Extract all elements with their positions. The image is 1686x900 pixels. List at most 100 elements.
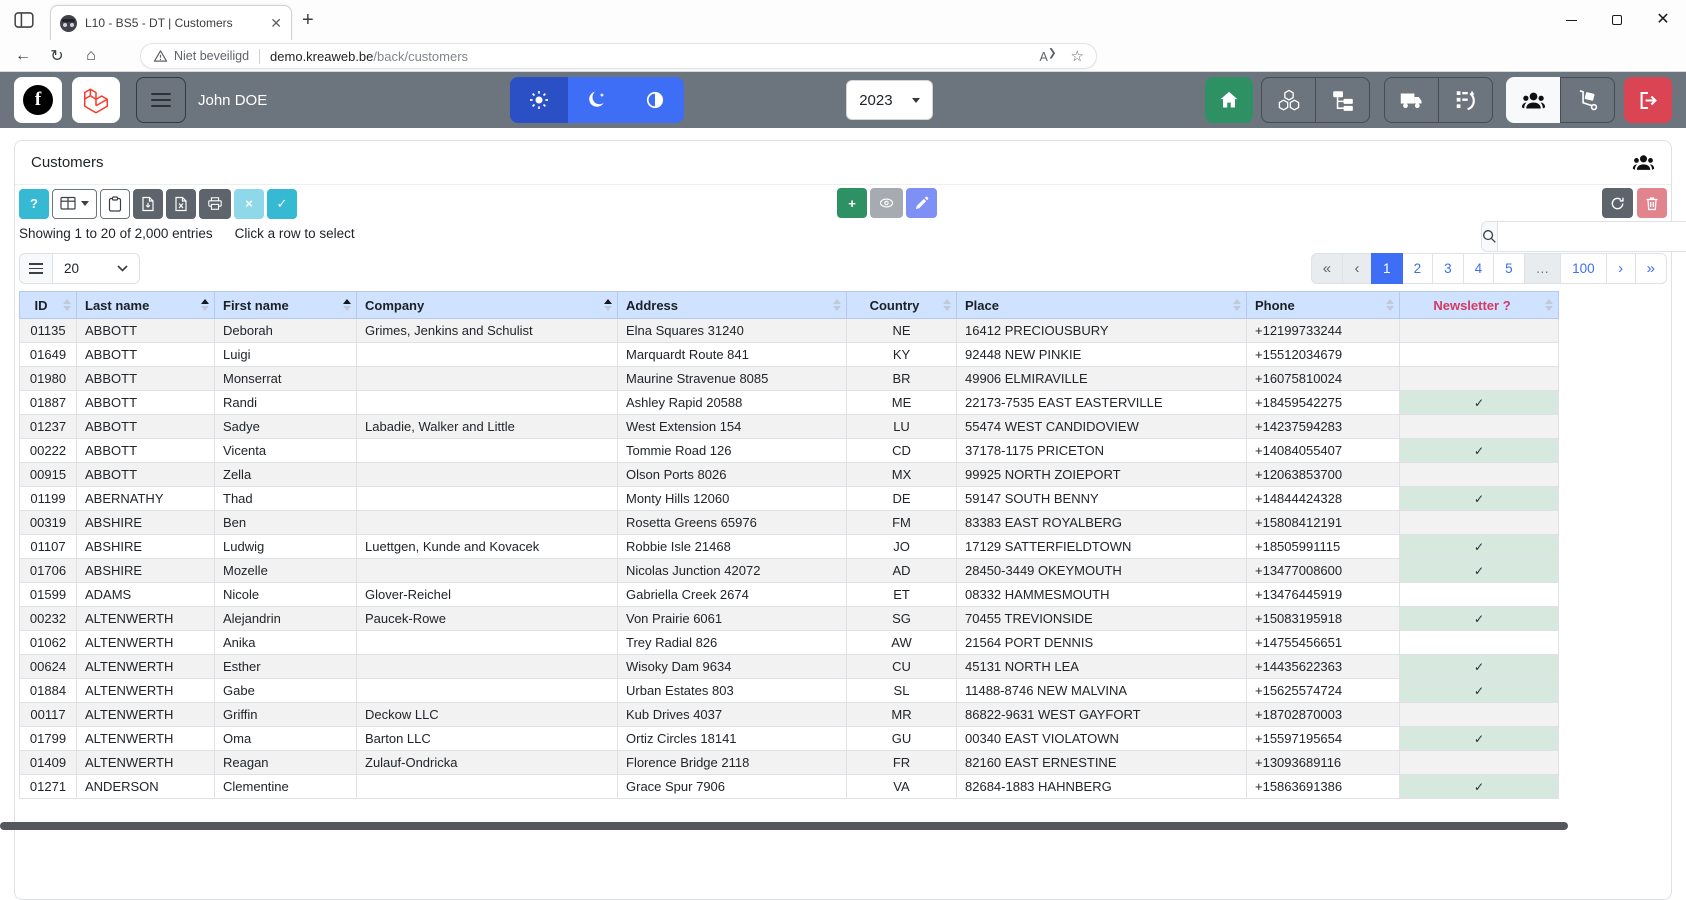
page-length-select[interactable]: 20 xyxy=(52,253,140,284)
facebook-button[interactable]: f xyxy=(14,77,62,123)
suppliers-button[interactable] xyxy=(1384,77,1439,123)
table-row[interactable]: 01237 ABBOTT Sadye Labadie, Walker and Litt… xyxy=(19,414,1559,439)
logout-icon xyxy=(1640,91,1657,109)
deliveries-button[interactable] xyxy=(1560,77,1615,123)
table-row[interactable]: 01062 ALTENWERTH Anika Trey Radial 826 AW 215… xyxy=(19,630,1559,655)
table-row[interactable]: 01199 ABERNATHY Thad Monty Hills 12060 DE 591… xyxy=(19,486,1559,511)
window-maximize-button[interactable] xyxy=(1594,0,1640,40)
select-confirm-button[interactable]: ✓ xyxy=(267,188,297,219)
half-circle-icon xyxy=(647,91,664,109)
table-row[interactable]: 00319 ABSHIRE Ben Rosetta Greens 65976 FM 833… xyxy=(19,510,1559,535)
products-button[interactable] xyxy=(1261,77,1316,123)
window-close-button[interactable]: ✕ xyxy=(1640,0,1686,40)
year-select[interactable]: 2023 xyxy=(846,80,934,120)
pagination-next-button[interactable]: › xyxy=(1605,253,1636,284)
url-field[interactable]: Niet beveiligd demo.kreaweb.be/back/cust… xyxy=(140,43,1097,69)
column-header-first-name[interactable]: First name xyxy=(214,291,357,319)
pagination-page-4[interactable]: 4 xyxy=(1462,253,1495,284)
pagination-page-2[interactable]: 2 xyxy=(1401,253,1434,284)
cell xyxy=(356,366,618,391)
cell xyxy=(356,558,618,583)
theme-dark-button[interactable] xyxy=(568,77,627,123)
export-excel-button[interactable] xyxy=(166,188,196,219)
table-row[interactable]: 01107 ABSHIRE Ludwig Luettgen, Kunde and Ko… xyxy=(19,534,1559,559)
refresh-icon[interactable]: ↻ xyxy=(40,46,74,66)
year-value: 2023 xyxy=(859,91,893,109)
column-header-place[interactable]: Place xyxy=(956,291,1247,319)
reload-button[interactable] xyxy=(1602,188,1633,218)
table-row[interactable]: 00222 ABBOTT Vicenta Tommie Road 126 CD 37178… xyxy=(19,438,1559,463)
page-url[interactable]: demo.kreaweb.be/back/customers xyxy=(270,49,468,64)
browser-tab[interactable]: L10 - BS5 - DT | Customers ✕ xyxy=(50,5,292,40)
categories-button[interactable] xyxy=(1315,77,1370,123)
export-pdf-button[interactable] xyxy=(133,188,163,219)
table-row[interactable]: 01409 ALTENWERTH Reagan Zulauf-Ondricka Flor… xyxy=(19,750,1559,775)
logout-button[interactable] xyxy=(1624,77,1672,123)
newsletter-cell: ✓ xyxy=(1399,606,1559,631)
pagination-page-3[interactable]: 3 xyxy=(1432,253,1464,284)
theme-light-button[interactable] xyxy=(510,77,569,123)
sidebar-toggle-button[interactable] xyxy=(136,77,186,123)
theme-auto-button[interactable] xyxy=(626,77,685,123)
new-tab-button[interactable]: + xyxy=(302,9,314,32)
column-header-phone[interactable]: Phone xyxy=(1246,291,1400,319)
orders-button[interactable] xyxy=(1438,77,1493,123)
table-row[interactable]: 01799 ALTENWERTH Oma Barton LLC Ortiz Circle… xyxy=(19,726,1559,751)
table-row[interactable]: 01649 ABBOTT Luigi Marquardt Route 841 KY 924… xyxy=(19,342,1559,367)
table-row[interactable]: 00232 ALTENWERTH Alejandrin Paucek-Rowe Von … xyxy=(19,606,1559,631)
table-row[interactable]: 01980 ABBOTT Monserrat Maurine Stravenue 80… xyxy=(19,366,1559,391)
pagination-prev-button[interactable]: ‹ xyxy=(1342,253,1373,284)
copy-button[interactable] xyxy=(100,188,130,219)
theme-switcher xyxy=(510,77,685,123)
column-visibility-button[interactable] xyxy=(52,188,97,219)
column-header-address[interactable]: Address xyxy=(617,291,847,319)
table-row[interactable]: 00624 ALTENWERTH Esther Wisoky Dam 9634 CU 45… xyxy=(19,654,1559,679)
pagination-page-1[interactable]: 1 xyxy=(1371,253,1403,284)
security-label[interactable]: Niet beveiligd xyxy=(174,49,249,63)
table-row[interactable]: 01271 ANDERSON Clementine Grace Spur 7906 VA… xyxy=(19,774,1559,799)
pagination-last-button[interactable]: » xyxy=(1634,253,1667,284)
pagination-ellipsis[interactable]: … xyxy=(1523,253,1562,284)
cell: ALTENWERTH xyxy=(76,750,215,775)
pagination-page-100[interactable]: 100 xyxy=(1560,253,1607,284)
home-icon xyxy=(1220,91,1238,108)
tab-close-icon[interactable]: ✕ xyxy=(270,15,282,32)
favorite-star-icon[interactable]: ☆ xyxy=(1071,47,1084,65)
customers-button[interactable] xyxy=(1506,77,1561,123)
home-icon[interactable]: ⌂ xyxy=(74,47,108,65)
table-row[interactable]: 00117 ALTENWERTH Griffin Deckow LLC Kub Driv… xyxy=(19,702,1559,727)
column-header-company[interactable]: Company xyxy=(356,291,618,319)
table-row[interactable]: 01135 ABBOTT Deborah Grimes, Jenkins and Sc… xyxy=(19,318,1559,343)
search-input[interactable] xyxy=(1497,221,1686,252)
horizontal-scrollbar[interactable] xyxy=(0,822,1568,830)
cell: +13093689116 xyxy=(1246,750,1400,775)
table-row[interactable]: 01887 ABBOTT Randi Ashley Rapid 20588 ME 2217… xyxy=(19,390,1559,415)
column-header-last-name[interactable]: Last name xyxy=(76,291,215,319)
dashboard-home-button[interactable] xyxy=(1205,77,1253,123)
cell xyxy=(356,510,618,535)
pagination-first-button[interactable]: « xyxy=(1310,253,1344,284)
deselect-button[interactable]: × xyxy=(234,188,264,219)
tab-actions-icon[interactable] xyxy=(13,10,35,30)
window-minimize-button[interactable] xyxy=(1548,0,1594,40)
print-button[interactable] xyxy=(199,188,231,219)
table-row[interactable]: 01884 ALTENWERTH Gabe Urban Estates 803 SL 11… xyxy=(19,678,1559,703)
table-row[interactable]: 01706 ABSHIRE Mozelle Nicolas Junction 4207… xyxy=(19,558,1559,583)
table-row[interactable]: 00915 ABBOTT Zella Olson Ports 8026 MX 99925 … xyxy=(19,462,1559,487)
cell: Zella xyxy=(214,462,357,487)
help-button[interactable]: ? xyxy=(19,188,49,219)
columns-icon xyxy=(60,196,76,210)
pagination-page-5[interactable]: 5 xyxy=(1493,253,1525,284)
column-header-country[interactable]: Country xyxy=(846,291,957,319)
edit-record-button[interactable] xyxy=(906,188,937,218)
cell: +15625574724 xyxy=(1246,678,1400,703)
view-record-button[interactable] xyxy=(870,188,903,218)
column-header-id[interactable]: ID xyxy=(19,291,77,319)
add-record-button[interactable]: + xyxy=(837,188,867,218)
laravel-button[interactable] xyxy=(72,77,120,123)
back-icon[interactable]: ← xyxy=(6,47,40,65)
table-row[interactable]: 01599 ADAMS Nicole Glover-Reichel Gabriella … xyxy=(19,582,1559,607)
delete-button[interactable] xyxy=(1637,188,1667,218)
column-header-newsletter[interactable]: Newsletter ? xyxy=(1399,291,1559,319)
read-aloud-icon[interactable]: A❯ xyxy=(1039,47,1056,64)
